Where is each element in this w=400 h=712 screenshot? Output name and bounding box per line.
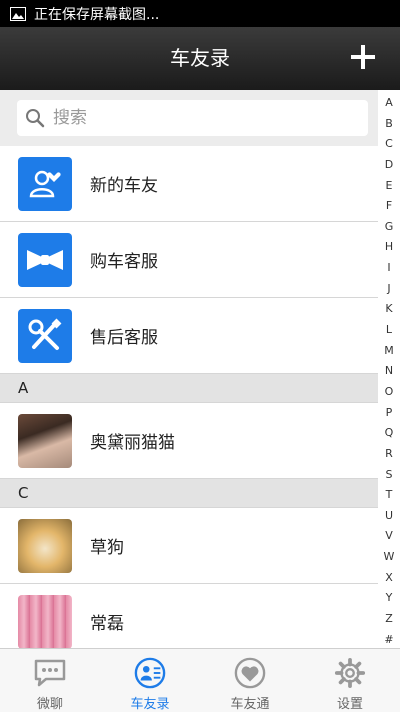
index-letter[interactable]: U xyxy=(385,509,393,522)
index-letter[interactable]: M xyxy=(384,344,394,357)
contact-name: 草狗 xyxy=(90,538,124,558)
status-bar: 正在保存屏幕截图... xyxy=(0,0,400,27)
index-letter[interactable]: L xyxy=(386,323,392,336)
index-letter[interactable]: T xyxy=(386,488,393,501)
index-letter[interactable]: F xyxy=(386,199,392,212)
contact-name: 常磊 xyxy=(90,614,124,634)
index-letter[interactable]: R xyxy=(385,447,393,460)
status-text: 正在保存屏幕截图... xyxy=(34,6,160,23)
contacts-icon xyxy=(134,657,166,689)
index-letter[interactable]: G xyxy=(385,220,394,233)
image-icon xyxy=(10,6,26,21)
chat-bubble-icon xyxy=(34,659,66,687)
search-bar xyxy=(0,90,378,146)
contact-row[interactable]: 常磊 xyxy=(0,584,378,648)
index-letter[interactable]: X xyxy=(385,571,393,584)
search-input[interactable] xyxy=(51,107,335,129)
index-letter[interactable]: # xyxy=(384,633,393,646)
heart-icon xyxy=(234,657,266,689)
index-letter[interactable]: D xyxy=(385,158,393,171)
index-letter[interactable]: A xyxy=(385,96,393,109)
index-letter[interactable]: P xyxy=(386,406,393,419)
index-letter[interactable]: Z xyxy=(385,612,393,625)
wrench-screwdriver-icon xyxy=(18,308,72,363)
contact-name: 奥黛丽猫猫 xyxy=(90,433,175,453)
index-letter[interactable]: N xyxy=(385,364,393,377)
section-header-c: C xyxy=(0,479,378,508)
index-letter[interactable]: Y xyxy=(386,591,393,604)
avatar xyxy=(18,594,72,648)
alphabet-index[interactable]: A B C D E F G H I J K L M N O P Q R S T U V W X Y Z # xyxy=(378,96,400,646)
contact-row[interactable]: 草狗 xyxy=(0,508,378,584)
index-letter[interactable]: S xyxy=(386,468,393,481)
index-letter[interactable]: E xyxy=(386,179,393,192)
list-item-label: 售后客服 xyxy=(90,328,158,348)
search-icon xyxy=(26,109,45,128)
index-letter[interactable]: B xyxy=(385,117,393,130)
avatar xyxy=(18,413,72,468)
add-icon[interactable] xyxy=(350,44,376,70)
list-item-new-friends[interactable]: 新的车友 xyxy=(0,146,378,222)
gear-icon xyxy=(334,657,366,689)
tab-label: 微聊 xyxy=(36,697,63,712)
index-letter[interactable]: C xyxy=(385,137,393,150)
tab-chat[interactable]: 微聊 xyxy=(0,649,100,712)
list-item-label: 新的车友 xyxy=(90,176,158,196)
index-letter[interactable]: V xyxy=(385,529,393,542)
user-heart-icon xyxy=(18,156,72,211)
header: 车友录 xyxy=(0,27,400,90)
avatar xyxy=(18,518,72,573)
contact-list[interactable]: 新的车友 购车客服 售后客服 A 奥黛丽猫猫 C 草狗 xyxy=(0,90,378,648)
index-letter[interactable]: K xyxy=(385,302,392,315)
tab-contacts[interactable]: 车友录 xyxy=(100,649,200,712)
section-header-a: A xyxy=(0,374,378,403)
tab-settings[interactable]: 设置 xyxy=(300,649,400,712)
tab-bar: 微聊 车友录 车友通 设置 xyxy=(0,648,400,712)
list-item-purchase-service[interactable]: 购车客服 xyxy=(0,222,378,298)
index-letter[interactable]: J xyxy=(387,282,390,295)
tab-label: 车友通 xyxy=(230,697,270,712)
index-letter[interactable]: H xyxy=(385,240,393,253)
index-letter[interactable]: I xyxy=(387,261,390,274)
index-letter[interactable]: O xyxy=(385,385,394,398)
contact-row[interactable]: 奥黛丽猫猫 xyxy=(0,403,378,479)
index-letter[interactable]: W xyxy=(384,550,395,563)
tab-car-friends[interactable]: 车友通 xyxy=(200,649,300,712)
bow-tie-icon xyxy=(18,232,72,287)
tab-label: 设置 xyxy=(336,697,363,712)
search-box[interactable] xyxy=(17,100,368,136)
list-item-aftersales-service[interactable]: 售后客服 xyxy=(0,298,378,374)
page-title: 车友录 xyxy=(170,46,230,70)
list-item-label: 购车客服 xyxy=(90,252,158,272)
tab-label: 车友录 xyxy=(130,697,170,712)
index-letter[interactable]: Q xyxy=(385,426,394,439)
